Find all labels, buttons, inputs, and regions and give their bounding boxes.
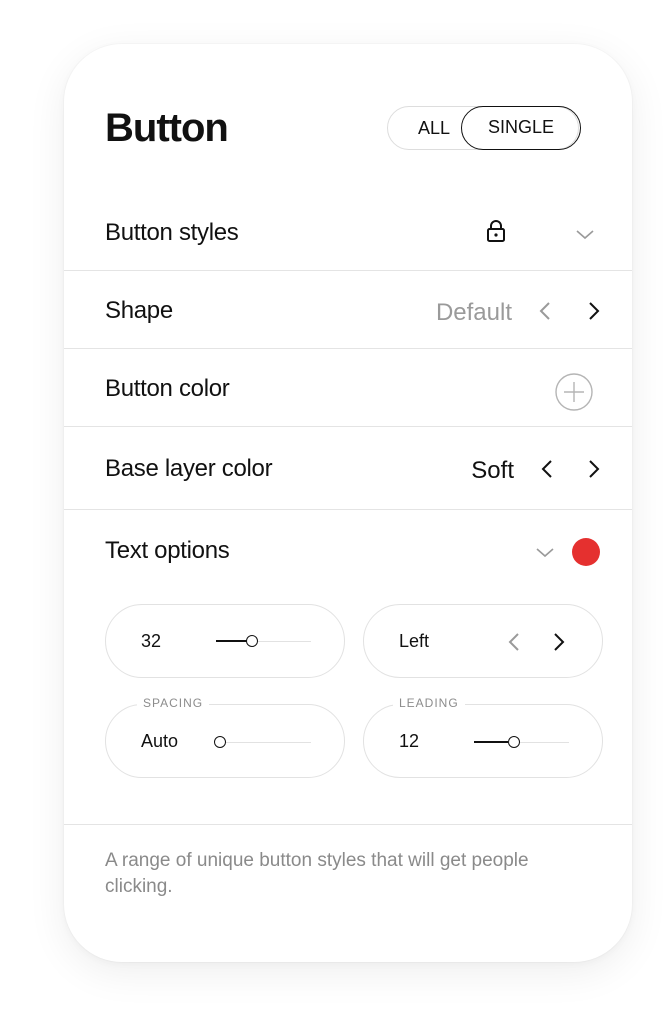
chevron-left-icon[interactable] [508, 632, 520, 652]
row-button-styles[interactable]: Button styles [64, 194, 632, 270]
spacing-value: Auto [141, 731, 179, 751]
row-shape: Shape Default [64, 271, 632, 348]
lock-icon[interactable] [485, 219, 507, 243]
chevron-left-icon[interactable] [541, 459, 553, 479]
spacing-slider-knob[interactable] [214, 736, 226, 748]
text-options-label: Text options [105, 537, 230, 564]
toggle-all-option[interactable]: ALL [388, 106, 470, 150]
chevron-left-icon[interactable] [539, 301, 551, 321]
font-size-value: 32 [141, 631, 162, 651]
all-single-toggle: ALL SINGLE [387, 106, 581, 150]
text-align-value: Left [399, 631, 430, 651]
row-base-layer-color: Base layer color Soft [64, 427, 632, 509]
leading-caption: LEADING [393, 696, 465, 710]
spacing-caption: SPACING [137, 696, 210, 710]
button-settings-card: Button ALL SINGLE Button styles Shape De… [64, 44, 632, 962]
font-size-control: 32 [105, 604, 345, 678]
base-layer-color-value: Soft [471, 457, 514, 484]
text-color-indicator[interactable] [572, 538, 600, 566]
button-styles-label: Button styles [105, 219, 239, 246]
chevron-right-icon[interactable] [588, 301, 600, 321]
button-color-label: Button color [105, 375, 230, 402]
chevron-down-icon[interactable] [536, 548, 554, 558]
panel-description: A range of unique button styles that wil… [105, 850, 529, 897]
panel-title: Button [105, 106, 229, 150]
letter-spacing-control: SPACING Auto [105, 696, 345, 778]
chevron-right-icon[interactable] [588, 459, 600, 479]
row-text-options[interactable]: Text options [64, 510, 632, 590]
font-size-slider-fill [216, 640, 248, 642]
row-button-color: Button color [64, 349, 632, 426]
leading-control: LEADING 12 [363, 696, 603, 778]
leading-slider-fill [474, 741, 508, 743]
divider [64, 824, 632, 825]
chevron-right-icon[interactable] [553, 632, 565, 652]
chevron-down-icon[interactable] [576, 230, 594, 240]
plus-circle-icon[interactable] [554, 372, 594, 412]
base-layer-color-label: Base layer color [105, 455, 273, 482]
leading-slider-knob[interactable] [508, 736, 520, 748]
text-align-control: Left [363, 604, 603, 678]
shape-value: Default [435, 299, 512, 326]
leading-value: 12 [399, 731, 420, 751]
spacing-slider-track[interactable] [216, 742, 311, 743]
toggle-single-option[interactable]: SINGLE [461, 106, 581, 150]
shape-label: Shape [105, 297, 173, 324]
font-size-slider-knob[interactable] [246, 635, 258, 647]
